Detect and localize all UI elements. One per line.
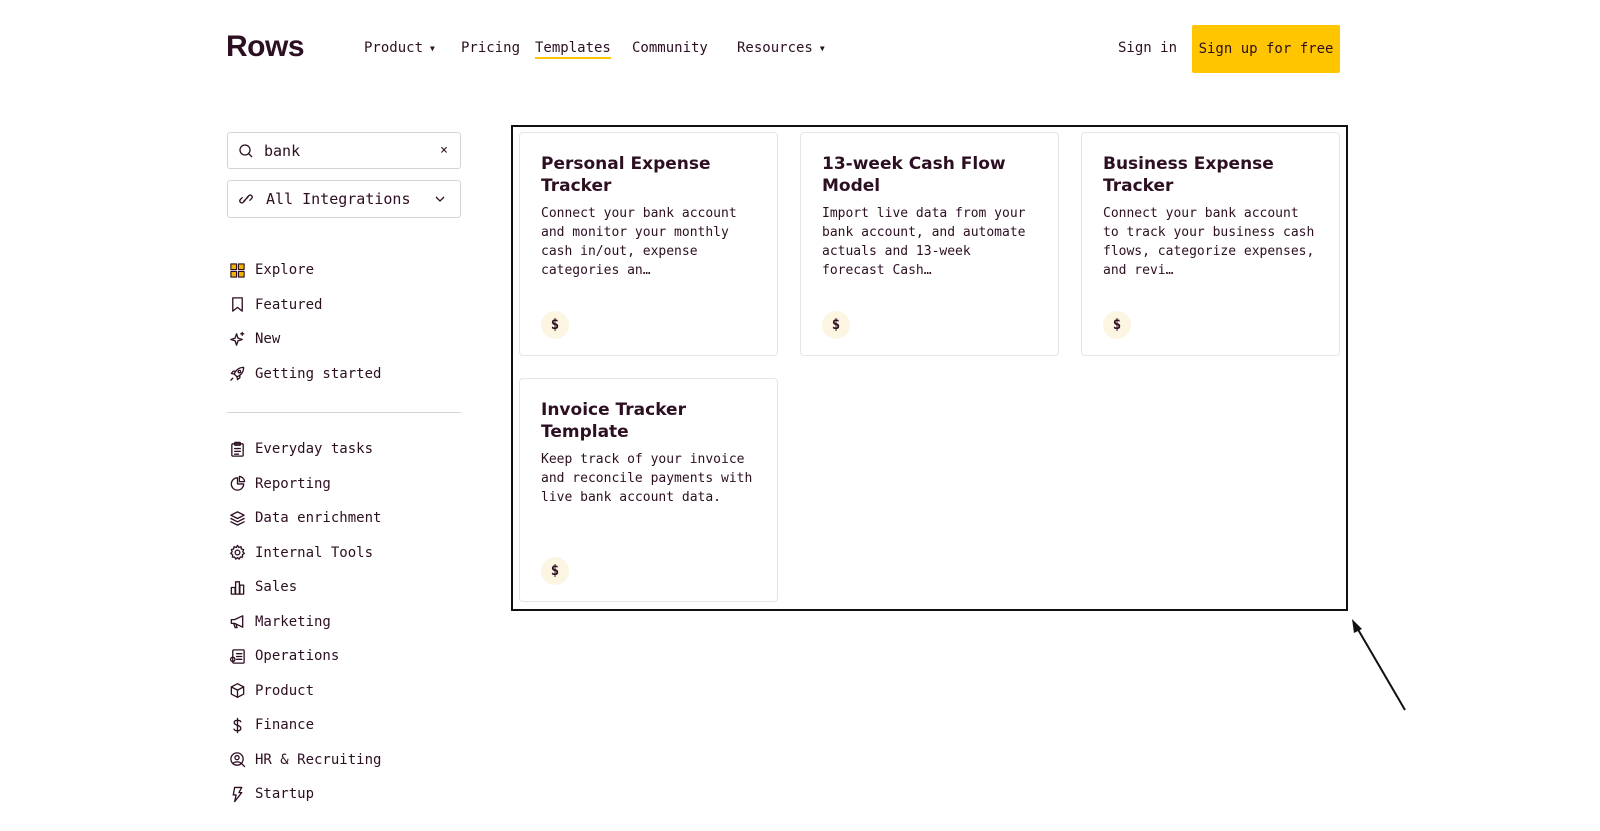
template-description: Connect your bank account and monitor yo… [541,206,737,278]
sidebar-item-internal-tools[interactable]: Internal Tools [228,536,381,571]
grid-icon [228,261,246,279]
sidebar-item-label: Internal Tools [255,544,374,561]
template-card[interactable]: Personal Expense Tracker Connect your ba… [519,132,778,356]
dollar-icon [228,716,246,734]
nav-community-label: Community [632,40,708,56]
sidebar-item-everyday-tasks[interactable]: Everyday tasks [228,432,381,467]
link-icon [239,194,253,204]
sidebar-item-getting-started[interactable]: Getting started [228,357,381,392]
caret-down-icon: ▼ [430,44,435,53]
rocket-icon [228,365,246,383]
sign-up-button[interactable]: Sign up for free [1192,25,1340,73]
template-description: Connect your bank account to track your … [1103,206,1315,278]
chevron-down-icon [435,196,445,202]
sidebar-item-operations[interactable]: Operations [228,639,381,674]
nav-product-label: Product [364,40,424,56]
bar-chart-icon [228,578,246,596]
dollar-badge-icon: $ [541,311,569,339]
sidebar-item-startup[interactable]: Startup [228,777,381,812]
sidebar-item-finance[interactable]: Finance [228,708,381,743]
integrations-dropdown[interactable]: All Integrations [227,180,461,218]
template-card[interactable]: Invoice Tracker Template Keep track of y… [519,378,778,602]
nav-community[interactable]: Community [632,40,708,56]
sidebar-item-explore[interactable]: Explore [228,253,381,288]
sidebar-categories: Everyday tasks Reporting Data enrichment… [228,432,381,812]
sidebar-item-hr-recruiting[interactable]: HR & Recruiting [228,743,381,778]
template-title: 13-week Cash Flow Model [822,154,1006,196]
cube-icon [228,682,246,700]
sidebar-item-label: Product [255,682,315,699]
sidebar-primary: Explore Featured New Getting started [228,253,381,391]
sidebar-item-reporting[interactable]: Reporting [228,467,381,502]
pie-chart-icon [228,475,246,493]
nav-resources[interactable]: Resources ▼ [737,40,825,56]
sidebar-item-label: Getting started [255,365,382,382]
template-description: Keep track of your invoice and reconcile… [541,452,753,505]
bookmark-icon [228,296,246,314]
nav-templates[interactable]: Templates [535,40,611,59]
sidebar-item-label: Reporting [255,475,331,492]
template-card[interactable]: Business Expense Tracker Connect your ba… [1081,132,1340,356]
sidebar-item-label: Everyday tasks [255,441,374,458]
sidebar-item-label: Featured [255,296,323,313]
sidebar-item-label: Explore [255,262,315,279]
layers-icon [228,509,246,527]
template-title: Personal Expense Tracker [541,154,711,196]
sidebar-item-featured[interactable]: Featured [228,288,381,323]
annotation-arrow-icon [1352,619,1406,711]
nav-pricing[interactable]: Pricing [461,40,520,56]
clear-search-icon[interactable]: × [440,143,448,158]
dollar-badge-icon: $ [541,557,569,585]
caret-down-icon: ▼ [819,44,825,53]
template-card[interactable]: 13-week Cash Flow Model Import live data… [800,132,1059,356]
gear-icon [228,544,246,562]
sidebar-item-data-enrichment[interactable]: Data enrichment [228,501,381,536]
search-box[interactable]: bank × [227,132,461,169]
dollar-badge-icon: $ [822,311,850,339]
sparkle-icon [228,330,246,348]
integrations-value: All Integrations [266,190,411,208]
person-search-icon [228,751,246,769]
template-description: Import live data from your bank account,… [822,206,1026,278]
rows-logo[interactable]: Rows [226,30,305,64]
dollar-badge-icon: $ [1103,311,1131,339]
search-input[interactable]: bank [264,142,440,160]
sidebar-divider [227,412,461,413]
sidebar-item-product[interactable]: Product [228,674,381,709]
bolt-icon [228,785,246,803]
clipboard-icon [228,440,246,458]
nav-resources-label: Resources [737,40,813,56]
megaphone-icon [228,613,246,631]
operations-icon [228,647,246,665]
sidebar-item-label: Startup [255,786,315,803]
nav-product[interactable]: Product ▼ [364,40,435,56]
sidebar-item-label: Finance [255,717,315,734]
sidebar-item-label: Data enrichment [255,510,382,527]
sidebar-item-label: Marketing [255,613,331,630]
sidebar-item-label: New [255,331,281,348]
sidebar-item-label: HR & Recruiting [255,751,382,768]
search-icon [239,143,253,157]
nav-pricing-label: Pricing [461,40,521,56]
sidebar-item-new[interactable]: New [228,322,381,357]
sign-in-link[interactable]: Sign in [1118,40,1177,56]
template-title: Business Expense Tracker [1103,154,1274,196]
sidebar-item-label: Sales [255,579,298,596]
sidebar-item-label: Operations [255,648,340,665]
template-title: Invoice Tracker Template [541,400,686,442]
sidebar-item-marketing[interactable]: Marketing [228,605,381,640]
sidebar-item-sales[interactable]: Sales [228,570,381,605]
nav-templates-label: Templates [535,40,611,56]
